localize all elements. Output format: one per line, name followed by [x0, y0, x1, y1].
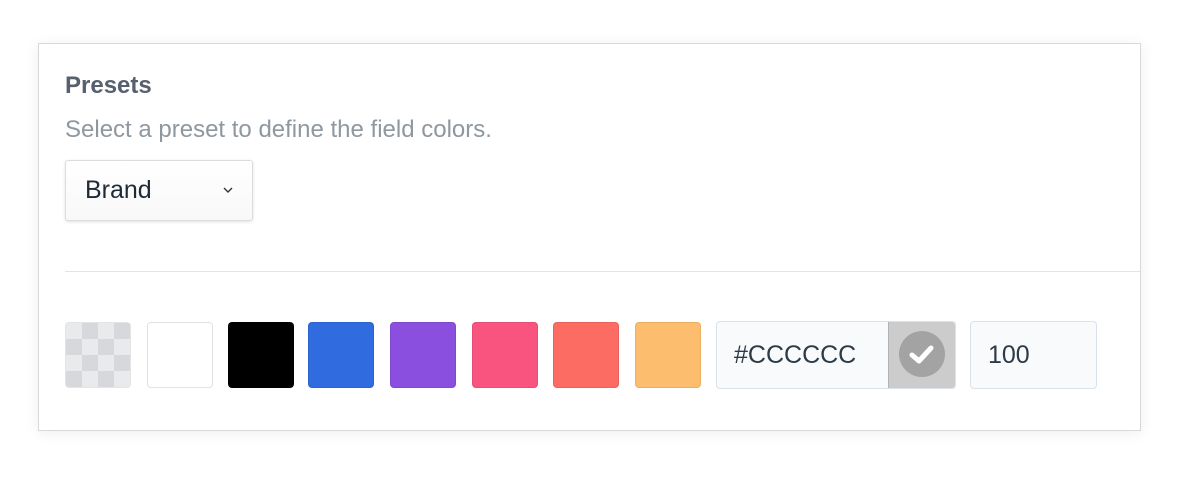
section-title: Presets: [65, 72, 152, 99]
preset-select[interactable]: Brand: [65, 160, 253, 221]
swatch-black[interactable]: [228, 322, 294, 388]
hex-color-field: [716, 321, 956, 389]
swatch-orange[interactable]: [635, 322, 701, 388]
swatch-purple[interactable]: [390, 322, 456, 388]
hex-input[interactable]: [717, 322, 888, 388]
swatch-pink[interactable]: [472, 322, 538, 388]
divider: [65, 271, 1140, 272]
opacity-input[interactable]: [970, 321, 1097, 389]
check-icon: [909, 345, 934, 364]
swatch-blue[interactable]: [308, 322, 374, 388]
swatch-coral[interactable]: [553, 322, 619, 388]
swatch-transparent[interactable]: [65, 322, 131, 388]
presets-card: Presets Select a preset to define the fi…: [38, 43, 1141, 431]
color-preview-button[interactable]: [888, 322, 955, 388]
chevron-down-icon: [222, 183, 234, 195]
swatch-white[interactable]: [147, 322, 213, 388]
section-description: Select a preset to define the field colo…: [65, 116, 492, 143]
preset-select-value: Brand: [85, 176, 152, 204]
